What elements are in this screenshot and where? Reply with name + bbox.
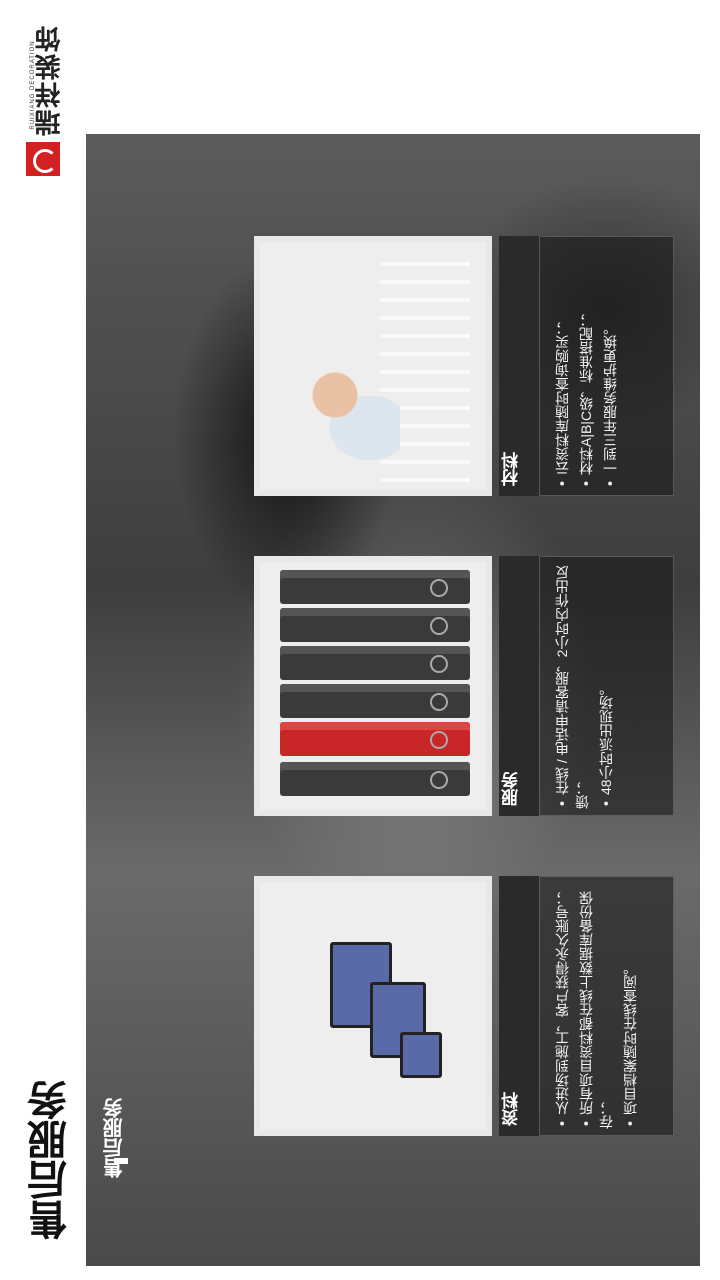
brand-name-en: RUIXIANG DECORATION — [30, 40, 36, 130]
card-bullets: 云资料库随时查询购买； 材料A|B|C级，标准搭配； 一到三年服务维护更换。 — [552, 245, 672, 489]
card-body: 在线 / 电话申请客服，2小时内作出反馈； 48小时派出现场。 — [539, 556, 674, 816]
bullet-item: 从进场到施工，客户获得永久账号； — [552, 885, 572, 1129]
card-title: 服务 — [502, 772, 521, 806]
section-marker — [114, 1158, 128, 1164]
brand-logo: 瑞祥装饰 RUIXIANG DECORATION — [26, 24, 72, 176]
bullet-item: 云资料库随时查询购买； — [552, 245, 572, 489]
tech-support-woman-icon — [254, 236, 492, 496]
cloud-globe-devices-icon — [254, 876, 492, 1136]
card-title-strip: 资料 — [499, 876, 539, 1136]
binders-icon — [254, 556, 492, 816]
bullet-item: 材料A|B|C级，标准搭配； — [576, 245, 596, 489]
card-docs: 资料 从进场到施工，客户获得永久账号； 所有项目资料都在线上数据库备份保存； 项… — [254, 876, 674, 1136]
card-body: 云资料库随时查询购买； 材料A|B|C级，标准搭配； 一到三年服务维护更换。 — [539, 236, 674, 496]
bullet-item: 一到三年服务维护更换。 — [600, 245, 620, 489]
card-title: 材料 — [502, 452, 521, 486]
bullet-item: 48小时派出现场。 — [596, 565, 616, 809]
bullet-item: 所有项目资料都在线上数据库备份保存； — [576, 885, 616, 1129]
card-body: 从进场到施工，客户获得永久账号； 所有项目资料都在线上数据库备份保存； 项目档案… — [539, 876, 674, 1136]
bullet-item: 项目档案随时在线查阅。 — [620, 885, 640, 1129]
card-title-strip: 材料 — [499, 236, 539, 496]
brand-mark-icon — [26, 142, 60, 176]
brand-name: 瑞祥装饰 — [34, 24, 64, 136]
card-service: 服务 在线 / 电话申请客服，2小时内作出反馈； 48小时派出现场。 — [254, 556, 674, 816]
card-bullets: 在线 / 电话申请客服，2小时内作出反馈； 48小时派出现场。 — [552, 565, 672, 809]
card-material: 材料 云资料库随时查询购买； 材料A|B|C级，标准搭配； 一到三年服务维护更换… — [254, 236, 674, 496]
card-title: 资料 — [502, 1092, 521, 1126]
card-bullets: 从进场到施工，客户获得永久账号； 所有项目资料都在线上数据库备份保存； 项目档案… — [552, 885, 672, 1129]
page-title: 售后服务 — [29, 1080, 73, 1240]
card-title-strip: 服务 — [499, 556, 539, 816]
bullet-item: 在线 / 电话申请客服，2小时内作出反馈； — [552, 565, 592, 809]
